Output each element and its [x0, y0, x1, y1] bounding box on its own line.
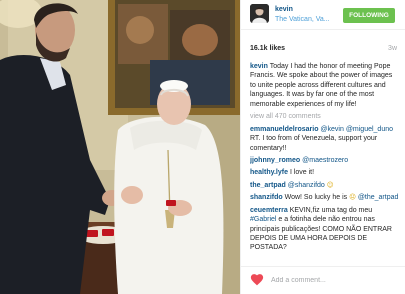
comment-footer	[241, 266, 405, 294]
list-item: jjohnny_romeo @maestrozero	[250, 156, 400, 165]
comment-mention[interactable]: @maestrozero	[302, 157, 348, 164]
likes-count[interactable]: 16.1k likes	[250, 44, 285, 53]
comment-username[interactable]: jjohnny_romeo	[250, 157, 300, 164]
comment-username[interactable]: emmanueldelrosario	[250, 126, 318, 133]
avatar-icon	[250, 4, 269, 23]
comment-mention[interactable]: @the_artpad	[358, 194, 399, 201]
post-sidebar: kevin The Vatican, Va... FOLLOWING 16.1k…	[240, 0, 405, 294]
post-photo[interactable]	[0, 0, 240, 294]
comment-mention[interactable]: @kevin @miguel_duno	[320, 126, 393, 133]
post-age[interactable]: 3w	[388, 44, 397, 53]
comments-list: kevin Today I had the honor of meeting P…	[250, 62, 400, 264]
following-button[interactable]: FOLLOWING	[343, 8, 395, 23]
comment-mention[interactable]: @shanzifdo	[288, 182, 325, 189]
list-item: ceuemterra KEVIN,fiz uma tag do meu #Gab…	[250, 206, 400, 253]
list-item: emmanueldelrosario @kevin @miguel_duno R…	[250, 125, 400, 153]
gift-box-held	[166, 200, 176, 206]
post-meta: 16.1k likes 3w	[250, 44, 397, 54]
smile-emoji-icon: ☺	[326, 180, 334, 189]
gift-box	[86, 230, 98, 237]
view-all-comments-link[interactable]: view all 470 comments	[250, 112, 400, 121]
list-item: healthy.lyfe I love it!	[250, 168, 400, 177]
list-item: the_artpad @shanzifdo ☺	[250, 181, 400, 190]
caption: kevin Today I had the honor of meeting P…	[250, 62, 400, 109]
location-link[interactable]: The Vatican, Va...	[275, 15, 337, 24]
pope-hand	[121, 186, 143, 204]
caption-username[interactable]: kevin	[250, 63, 268, 70]
comment-username[interactable]: ceuemterra	[250, 207, 288, 214]
comment-text: KEVIN,fiz uma tag do meu	[287, 206, 373, 214]
heart-icon[interactable]	[250, 273, 264, 286]
photo-illustration	[0, 0, 240, 294]
post-header: kevin The Vatican, Va... FOLLOWING	[241, 0, 405, 30]
caption-text: Today I had the honor of meeting Pope Fr…	[250, 63, 393, 108]
comment-text: I love it!	[288, 169, 315, 177]
profile-avatar[interactable]	[250, 4, 269, 23]
add-comment-input[interactable]	[271, 274, 397, 286]
author-username[interactable]: kevin	[275, 5, 293, 14]
sad-emoji-icon: ☹	[349, 193, 356, 202]
comment-hashtag[interactable]: #Gabriel	[250, 216, 276, 223]
comment-text: RT. I too from of Venezuela, support you…	[250, 135, 378, 152]
gift-box	[102, 229, 114, 236]
comment-username[interactable]: the_artpad	[250, 182, 286, 189]
comment-username[interactable]: healthy.lyfe	[250, 169, 288, 176]
comment-username[interactable]: shanzifdo	[250, 194, 283, 201]
list-item: shanzifdo Wow! So lucky he is ☹ @the_art…	[250, 193, 400, 202]
comment-text: Wow! So lucky he is	[282, 194, 350, 202]
